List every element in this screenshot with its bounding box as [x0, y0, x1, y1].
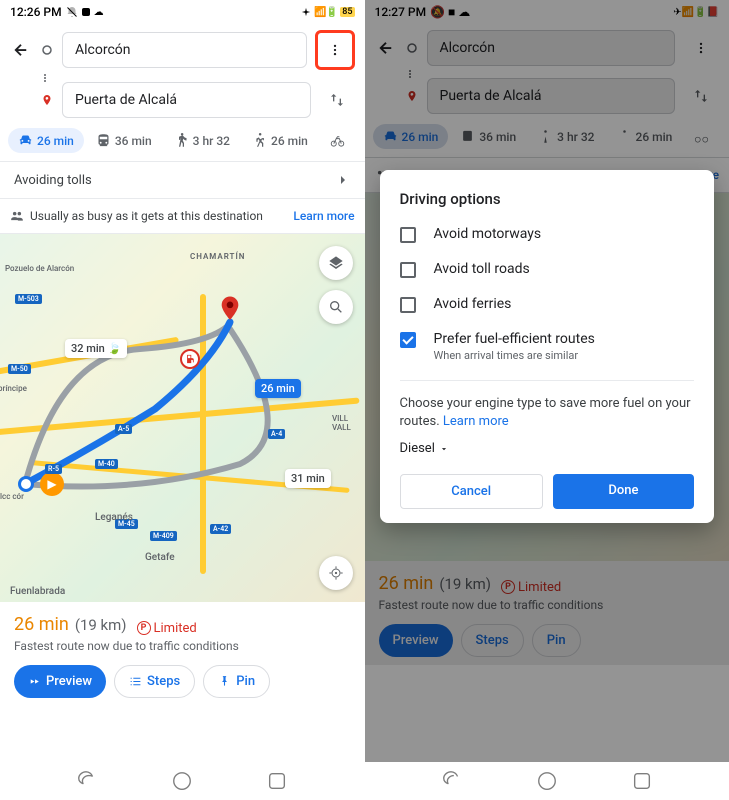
chevron-right-icon [335, 172, 351, 188]
status-time: 12:26 PM [10, 5, 62, 19]
checkbox-checked-icon[interactable] [400, 332, 416, 348]
travel-mode-tabs: 26 min 36 min 3 hr 32 26 min [0, 122, 365, 161]
done-button[interactable]: Done [553, 474, 694, 509]
nav-recent-icon[interactable] [631, 770, 653, 792]
cancel-button[interactable]: Cancel [400, 474, 543, 509]
system-nav-bar [365, 762, 729, 800]
avoiding-tolls-row[interactable]: Avoiding tolls [0, 161, 365, 199]
option-fuel-efficient[interactable]: Prefer fuel-efficient routes When arriva… [400, 331, 695, 362]
driving-options-dialog: Driving options Avoid motorways Avoid to… [380, 170, 715, 523]
route-description: Fastest route now due to traffic conditi… [14, 639, 351, 653]
steps-button[interactable]: Steps [114, 665, 195, 698]
busyness-row: Usually as busy as it gets at this desti… [0, 199, 365, 234]
divider [400, 380, 695, 381]
nav-back-icon[interactable] [441, 770, 463, 792]
learn-more-link[interactable]: Learn more [293, 209, 354, 223]
route-bottom-sheet: 26 min (19 km) P Limited Fastest route n… [0, 602, 365, 706]
swap-button[interactable] [319, 92, 355, 108]
status-right: 📶🔋 85 [301, 7, 354, 18]
route-alt1-badge[interactable]: 32 min🍃 [65, 339, 127, 358]
origin-marker-icon [40, 45, 54, 55]
route-alt2-badge[interactable]: 31 min [285, 469, 331, 488]
more-options-button[interactable] [320, 35, 350, 65]
route-distance: (19 km) [75, 616, 127, 634]
layers-button[interactable] [319, 246, 353, 280]
mode-drive[interactable]: 26 min [8, 128, 84, 153]
screen-directions: 12:26 PM ☁ 📶🔋 85 Alcorcón [0, 0, 365, 800]
destination-input[interactable]: Puerta de Alcalá [62, 82, 311, 118]
route-dots-icon [44, 74, 46, 82]
destination-marker-icon [40, 93, 54, 107]
parking-badge: P Limited [137, 621, 197, 636]
dialog-title: Driving options [400, 190, 695, 208]
option-avoid-motorways[interactable]: Avoid motorways [400, 226, 695, 243]
mode-bike[interactable] [320, 128, 355, 153]
origin-town-label: lcc cór [0, 492, 24, 501]
preview-button[interactable]: Preview [14, 665, 106, 698]
origin-input[interactable]: Alcorcón [62, 32, 307, 68]
map-view[interactable]: ▶ lcc cór 32 min🍃 26 min 31 min M-503 M-… [0, 234, 365, 602]
my-location-button[interactable] [319, 556, 353, 590]
status-bar: 12:26 PM ☁ 📶🔋 85 [0, 0, 365, 24]
mode-transit[interactable]: 36 min [86, 128, 162, 153]
screen-driving-options: 12:27 PM🔕 ■ ☁ ✈📶🔋📕 Alcorcón Puerta de Al… [365, 0, 729, 800]
nav-recent-icon[interactable] [266, 770, 288, 792]
route-main-badge[interactable]: 26 min [255, 379, 301, 398]
fuel-station-icon [180, 349, 200, 369]
engine-type-select[interactable]: Diesel [400, 441, 695, 456]
search-map-button[interactable] [319, 290, 353, 324]
mode-ride[interactable]: 26 min [242, 128, 318, 153]
checkbox-icon[interactable] [400, 227, 416, 243]
people-icon [10, 209, 24, 223]
option-avoid-tolls[interactable]: Avoid toll roads [400, 261, 695, 278]
current-location-icon: ▶ [40, 472, 64, 496]
mode-walk[interactable]: 3 hr 32 [164, 128, 240, 153]
more-button-highlight [315, 30, 355, 70]
learn-more-link[interactable]: Learn more [443, 414, 509, 429]
nav-back-icon[interactable] [76, 770, 98, 792]
back-button[interactable] [10, 41, 32, 59]
engine-helper-text: Choose your engine type to save more fue… [400, 395, 695, 431]
checkbox-icon[interactable] [400, 297, 416, 313]
checkbox-icon[interactable] [400, 262, 416, 278]
dropdown-arrow-icon [439, 444, 449, 454]
nav-home-icon[interactable] [536, 770, 558, 792]
nav-home-icon[interactable] [171, 770, 193, 792]
option-avoid-ferries[interactable]: Avoid ferries [400, 296, 695, 313]
origin-dot-icon [18, 476, 34, 492]
route-time: 26 min [14, 614, 69, 635]
cloud-icon: ☁ [94, 7, 104, 18]
system-nav-bar [0, 762, 365, 800]
dnd-icon [66, 6, 78, 18]
pin-button[interactable]: Pin [203, 665, 270, 698]
destination-pin-icon [220, 296, 240, 322]
app-icon [82, 8, 90, 16]
